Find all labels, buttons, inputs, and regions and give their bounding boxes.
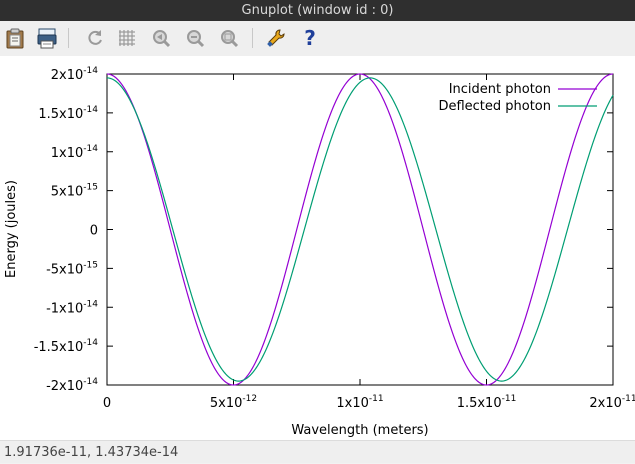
tick-label-base: 1x10 <box>336 396 369 411</box>
replot-button[interactable] <box>82 25 108 51</box>
tick-label: 0 <box>103 396 111 411</box>
previous-zoom-button[interactable] <box>148 25 174 51</box>
tick-label: 1.5x10-14 <box>38 105 98 122</box>
tick-label-base: -2x10 <box>46 379 83 394</box>
tick-label-exponent: -11 <box>369 394 384 404</box>
print-icon <box>37 28 57 49</box>
x-axis-label: Wavelength (meters) <box>291 423 428 438</box>
tick-label: -1x10-14 <box>46 299 98 316</box>
tick-label: 1x10-11 <box>336 394 383 411</box>
chart: 2x10-141.5x10-141x10-145x10-150-5x10-15-… <box>4 66 635 438</box>
cursor-coordinates: 1.91736e-11, 1.43734e-14 <box>4 445 179 460</box>
tick-label: 1x10-14 <box>51 144 98 161</box>
tick-label-base: 2x10 <box>589 396 622 411</box>
toolbar: ? <box>0 21 635 56</box>
tick-label-base: -5x10 <box>46 262 83 277</box>
tick-label-base: -1x10 <box>46 301 83 316</box>
zoom-previous-icon <box>153 30 171 48</box>
tick-label-exponent: -14 <box>83 338 98 348</box>
y-axis-label: Energy (joules) <box>4 180 19 278</box>
tick-label: -5x10-15 <box>46 260 98 277</box>
tick-label-exponent: -15 <box>83 183 98 193</box>
tick-label-base: 2x10 <box>51 68 84 83</box>
autoscale-icon <box>221 30 239 48</box>
help-button[interactable]: ? <box>297 25 323 51</box>
tick-label: 5x10-12 <box>210 394 257 411</box>
window-title-bar: Gnuplot (window id : 0) <box>0 0 635 21</box>
tick-label-base: 1.5x10 <box>457 396 502 411</box>
series-line <box>106 73 614 386</box>
tick-label: 2x10-14 <box>51 66 98 83</box>
tick-label-base: 5x10 <box>51 185 84 200</box>
wrench-icon <box>267 29 285 47</box>
copy-clipboard-button[interactable] <box>2 25 28 51</box>
tick-label: 0 <box>90 224 98 239</box>
legend-label: Deflected photon <box>438 99 551 114</box>
grid-button[interactable] <box>114 25 140 51</box>
toolbar-separator <box>68 28 69 48</box>
tick-label: 5x10-15 <box>51 183 98 200</box>
tick-label-exponent: -14 <box>83 144 98 154</box>
tick-label-exponent: -14 <box>83 66 98 76</box>
tick-label-exponent: -14 <box>83 377 98 387</box>
tick-label-exponent: -11 <box>502 394 517 404</box>
tick-label: -1.5x10-14 <box>34 338 99 355</box>
legend-label: Incident photon <box>449 82 551 97</box>
tick-label-exponent: -14 <box>83 105 98 115</box>
tick-label: 2x10-11 <box>589 394 635 411</box>
tick-label-base: 5x10 <box>210 396 243 411</box>
clipboard-icon <box>6 28 24 49</box>
tick-label-exponent: -14 <box>83 299 98 309</box>
tick-label: 1.5x10-11 <box>457 394 517 411</box>
replot-icon <box>88 30 102 45</box>
plot-area[interactable]: 2x10-14 1.5x10-14 1x10-14 5x10-15 0 -5x10-15-… <box>0 56 635 440</box>
autoscale-button[interactable] <box>216 25 242 51</box>
series-line <box>106 77 614 382</box>
status-bar: 1.91736e-11, 1.43734e-14 <box>0 440 635 463</box>
zoom-next-icon <box>187 30 205 48</box>
window-title: Gnuplot (window id : 0) <box>241 3 394 18</box>
tick-label-exponent: -15 <box>83 260 98 270</box>
toolbar-separator <box>252 28 253 48</box>
next-zoom-button[interactable] <box>182 25 208 51</box>
settings-button[interactable] <box>263 25 289 51</box>
tick-label-base: 0 <box>90 224 98 239</box>
grid-icon <box>119 30 135 46</box>
tick-label-exponent: -12 <box>242 394 257 404</box>
help-icon: ? <box>304 26 316 50</box>
tick-label: -2x10-14 <box>46 377 98 394</box>
print-button[interactable] <box>34 25 60 51</box>
tick-label-base: 0 <box>103 396 111 411</box>
tick-label-exponent: -11 <box>622 394 635 404</box>
plot-border <box>106 73 614 386</box>
tick-label-base: -1.5x10 <box>34 340 84 355</box>
tick-label-base: 1.5x10 <box>38 107 83 122</box>
tick-label-base: 1x10 <box>51 146 84 161</box>
